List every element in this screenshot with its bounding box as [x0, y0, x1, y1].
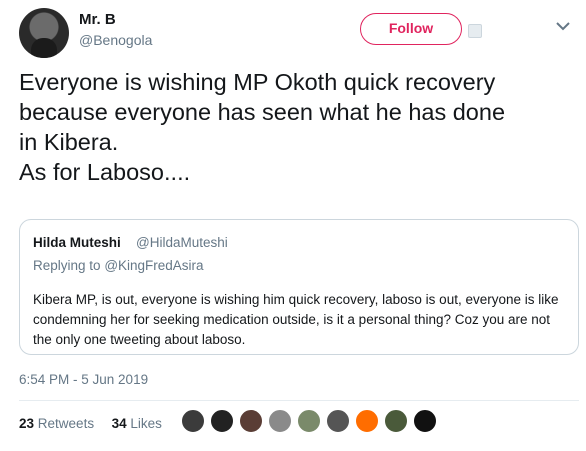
liker-avatar-1[interactable]: [181, 409, 205, 433]
likes-count[interactable]: 34: [112, 416, 127, 431]
likes-label[interactable]: Likes: [130, 416, 162, 431]
retweets-count[interactable]: 23: [19, 416, 34, 431]
liker-avatar-5[interactable]: [297, 409, 321, 433]
divider-top: [19, 400, 579, 401]
follow-button[interactable]: Follow: [360, 13, 462, 45]
quoted-tweet-text: Kibera MP, is out, everyone is wishing h…: [33, 292, 559, 347]
author-avatar[interactable]: [19, 8, 69, 58]
replying-to-mention[interactable]: @KingFredAsira: [104, 258, 203, 273]
liker-avatar-2[interactable]: [210, 409, 234, 433]
tweet-text: Everyone is wishing MP Okoth quick recov…: [19, 69, 506, 185]
author-display-name[interactable]: Mr. B: [79, 11, 116, 28]
quoted-tweet[interactable]: Hilda Muteshi @HildaMuteshi Replying to …: [19, 219, 579, 355]
liker-avatar-7[interactable]: [355, 409, 379, 433]
replying-to: Replying to @KingFredAsira: [33, 258, 204, 273]
replying-to-prefix: Replying to: [33, 258, 101, 273]
liker-avatar-3[interactable]: [239, 409, 263, 433]
liker-avatar-8[interactable]: [384, 409, 408, 433]
quoted-author-handle: @HildaMuteshi: [136, 235, 228, 250]
tweet-timestamp[interactable]: 6:54 PM - 5 Jun 2019: [19, 372, 148, 387]
quoted-author-name: Hilda Muteshi: [33, 235, 121, 250]
tweet-stats: 23 Retweets 34 Likes: [19, 416, 162, 431]
author-handle[interactable]: @Benogola: [79, 32, 152, 48]
chevron-down-icon[interactable]: [556, 18, 570, 36]
retweets-label[interactable]: Retweets: [38, 416, 94, 431]
liker-avatar-4[interactable]: [268, 409, 292, 433]
liker-avatar-6[interactable]: [326, 409, 350, 433]
liker-avatar-9[interactable]: [413, 409, 437, 433]
broken-image-icon: [468, 24, 482, 38]
